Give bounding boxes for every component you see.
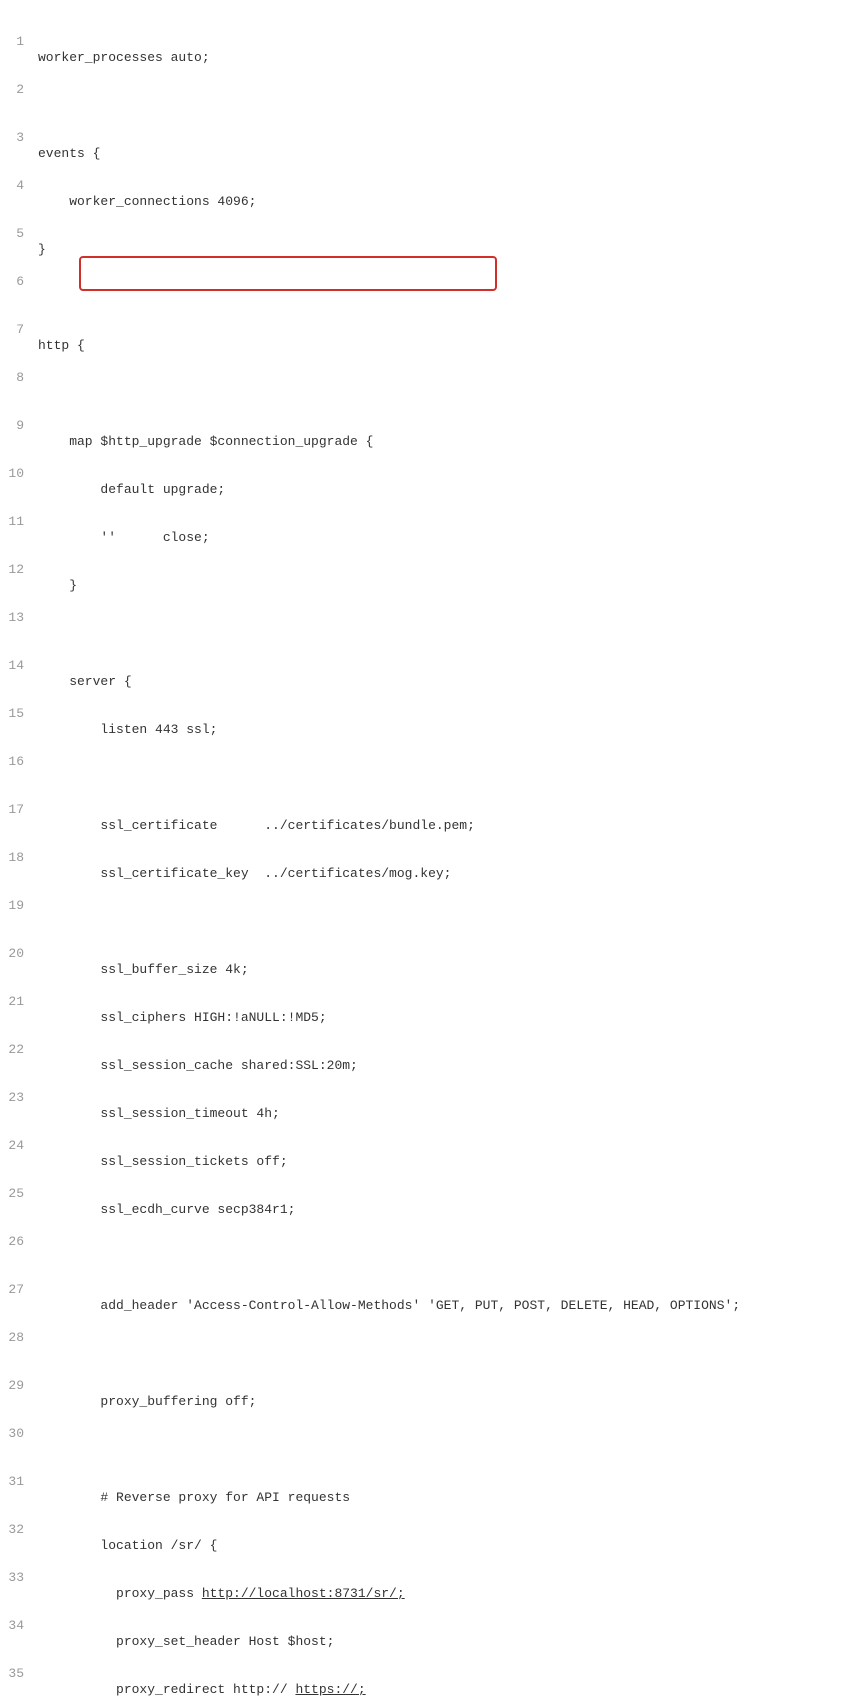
code-line[interactable]: ssl_session_timeout 4h; — [38, 1106, 851, 1122]
line-number: 12 — [6, 562, 24, 578]
code-line[interactable]: ssl_ecdh_curve secp384r1; — [38, 1202, 851, 1218]
line-number: 24 — [6, 1138, 24, 1154]
code-line[interactable]: } — [38, 242, 851, 258]
code-line[interactable]: ssl_certificate ../certificates/bundle.p… — [38, 818, 851, 834]
code-line[interactable]: proxy_buffering off; — [38, 1394, 851, 1410]
code-line[interactable]: default upgrade; — [38, 482, 851, 498]
line-number: 15 — [6, 706, 24, 722]
code-line[interactable]: ssl_buffer_size 4k; — [38, 962, 851, 978]
code-line[interactable] — [38, 914, 851, 930]
line-number: 4 — [6, 178, 24, 194]
code-line[interactable]: ssl_session_tickets off; — [38, 1154, 851, 1170]
line-number: 19 — [6, 898, 24, 914]
code-line[interactable]: '' close; — [38, 530, 851, 546]
code-line[interactable] — [38, 1442, 851, 1458]
code-text: proxy_pass — [38, 1586, 202, 1601]
code-line[interactable] — [38, 1346, 851, 1362]
line-number: 35 — [6, 1666, 24, 1682]
line-number: 17 — [6, 802, 24, 818]
line-number: 11 — [6, 514, 24, 530]
code-line[interactable]: proxy_pass http://localhost:8731/sr/; — [38, 1586, 851, 1602]
line-number: 1 — [6, 34, 24, 50]
line-number-gutter: 1 2 3 4 5 6 7 8 9 10 11 12 13 14 15 16 1… — [0, 0, 34, 1702]
code-line[interactable]: map $http_upgrade $connection_upgrade { — [38, 434, 851, 450]
code-line[interactable] — [38, 626, 851, 642]
line-number: 5 — [6, 226, 24, 242]
line-number: 30 — [6, 1426, 24, 1442]
line-number: 25 — [6, 1186, 24, 1202]
code-line[interactable]: worker_connections 4096; — [38, 194, 851, 210]
line-number: 6 — [6, 274, 24, 290]
code-line[interactable]: ssl_ciphers HIGH:!aNULL:!MD5; — [38, 1010, 851, 1026]
code-editor[interactable]: worker_processes auto; events { worker_c… — [34, 0, 851, 1702]
code-line[interactable] — [38, 290, 851, 306]
code-line[interactable]: listen 443 ssl; — [38, 722, 851, 738]
code-line[interactable]: events { — [38, 146, 851, 162]
code-line[interactable]: proxy_redirect http:// https://; — [38, 1682, 851, 1698]
line-number: 2 — [6, 82, 24, 98]
line-number: 26 — [6, 1234, 24, 1250]
code-line[interactable] — [38, 770, 851, 786]
code-line[interactable]: server { — [38, 674, 851, 690]
line-number: 28 — [6, 1330, 24, 1346]
line-number: 22 — [6, 1042, 24, 1058]
line-number: 18 — [6, 850, 24, 866]
line-number: 20 — [6, 946, 24, 962]
line-number: 33 — [6, 1570, 24, 1586]
line-number: 34 — [6, 1618, 24, 1634]
code-line[interactable] — [38, 1250, 851, 1266]
line-number: 29 — [6, 1378, 24, 1394]
line-number: 32 — [6, 1522, 24, 1538]
code-line[interactable]: ssl_session_cache shared:SSL:20m; — [38, 1058, 851, 1074]
url-link[interactable]: https://; — [295, 1682, 365, 1697]
line-number: 3 — [6, 130, 24, 146]
line-number: 7 — [6, 322, 24, 338]
line-number: 27 — [6, 1282, 24, 1298]
highlight-box — [79, 256, 497, 291]
line-number: 31 — [6, 1474, 24, 1490]
code-line[interactable]: add_header 'Access-Control-Allow-Methods… — [38, 1298, 851, 1314]
line-number: 21 — [6, 994, 24, 1010]
code-line[interactable]: } — [38, 578, 851, 594]
code-line[interactable]: location /sr/ { — [38, 1538, 851, 1554]
line-number: 8 — [6, 370, 24, 386]
code-line[interactable]: # Reverse proxy for API requests — [38, 1490, 851, 1506]
line-number: 16 — [6, 754, 24, 770]
code-line[interactable] — [38, 386, 851, 402]
code-line[interactable]: worker_processes auto; — [38, 50, 851, 66]
line-number: 14 — [6, 658, 24, 674]
line-number: 10 — [6, 466, 24, 482]
line-number: 9 — [6, 418, 24, 434]
code-line[interactable]: http { — [38, 338, 851, 354]
code-line[interactable]: proxy_set_header Host $host; — [38, 1634, 851, 1650]
line-number: 23 — [6, 1090, 24, 1106]
code-text: proxy_redirect http:// — [38, 1682, 295, 1697]
url-link[interactable]: http://localhost:8731/sr/; — [202, 1586, 405, 1601]
line-number: 13 — [6, 610, 24, 626]
code-line[interactable] — [38, 98, 851, 114]
code-line[interactable]: ssl_certificate_key ../certificates/mog.… — [38, 866, 851, 882]
